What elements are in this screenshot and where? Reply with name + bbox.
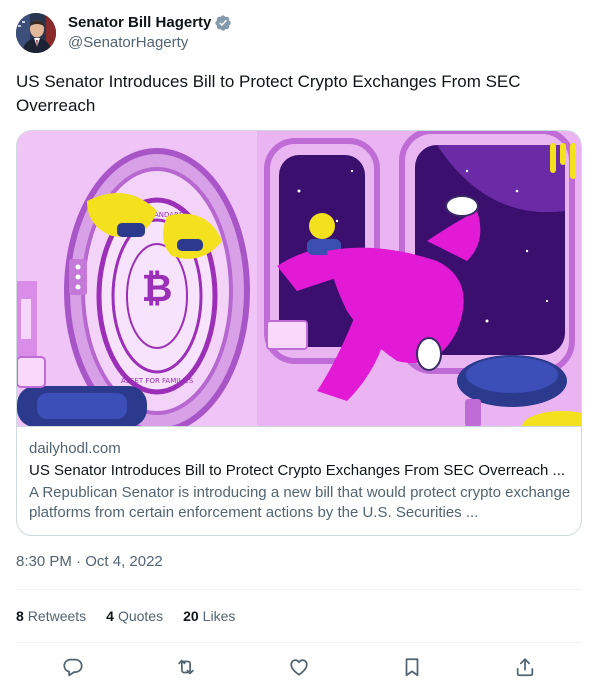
- quotes-stat[interactable]: 4 Quotes: [106, 608, 163, 624]
- retweet-icon: [178, 659, 194, 675]
- likes-stat[interactable]: 20 Likes: [183, 608, 235, 624]
- person-avatar-icon: [16, 13, 56, 53]
- engagement-stats: 8 Retweets 4 Quotes 20 Likes: [16, 605, 255, 627]
- likes-label: Likes: [202, 608, 236, 624]
- quotes-label: Quotes: [117, 608, 164, 624]
- bookmark-icon: [405, 658, 419, 677]
- display-name[interactable]: Senator Bill Hagerty: [68, 13, 211, 33]
- tweet-time[interactable]: 8:30 PM: [16, 553, 72, 570]
- tweet-text: US Senator Introduces Bill to Protect Cr…: [16, 72, 521, 115]
- retweets-label: Retweets: [27, 608, 87, 624]
- avatar[interactable]: [16, 13, 56, 53]
- tweet-date[interactable]: Oct 4, 2022: [85, 553, 163, 570]
- share-icon: [517, 658, 534, 677]
- retweet-button[interactable]: [167, 648, 205, 686]
- card-body: dailyhodl.com US Senator Introduces Bill…: [29, 439, 571, 523]
- card-description: A Republican Senator is introducing a ne…: [29, 484, 571, 521]
- link-card[interactable]: ₿ THE STANDARD ASSET FOR FAMILIES dailyh…: [16, 130, 582, 536]
- retweets-stat[interactable]: 8 Retweets: [16, 608, 86, 624]
- action-bar: [16, 648, 582, 686]
- reply-button[interactable]: [54, 648, 92, 686]
- author-names: Senator Bill Hagerty @SenatorHagerty: [68, 13, 232, 53]
- tweet-header: Senator Bill Hagerty @SenatorHagerty: [16, 12, 582, 54]
- like-button[interactable]: [280, 648, 318, 686]
- illustration-astronaut-crypto-vault-icon: ₿ THE STANDARD ASSET FOR FAMILIES: [17, 131, 581, 426]
- coin-text-bottom: ASSET FOR FAMILIES: [121, 377, 194, 385]
- divider-top: [16, 589, 582, 590]
- card-domain: dailyhodl.com: [29, 440, 121, 457]
- svg-text:₿: ₿: [142, 266, 173, 310]
- author-handle[interactable]: @SenatorHagerty: [68, 33, 232, 53]
- divider-bottom: [16, 642, 582, 643]
- bookmark-button[interactable]: [393, 648, 431, 686]
- retweets-count: 8: [16, 608, 24, 624]
- reply-icon: [63, 658, 83, 677]
- tweet-timestamp[interactable]: 8:30 PM · Oct 4, 2022: [16, 552, 163, 572]
- likes-count: 20: [183, 608, 199, 624]
- quotes-count: 4: [106, 608, 114, 624]
- card-image[interactable]: ₿ THE STANDARD ASSET FOR FAMILIES: [17, 131, 581, 427]
- card-title[interactable]: US Senator Introduces Bill to Protect Cr…: [29, 461, 571, 481]
- timestamp-separator: ·: [76, 553, 82, 570]
- name-row: Senator Bill Hagerty: [68, 13, 232, 33]
- share-button[interactable]: [506, 648, 544, 686]
- verified-badge-icon[interactable]: [214, 14, 232, 32]
- like-icon: [290, 659, 308, 676]
